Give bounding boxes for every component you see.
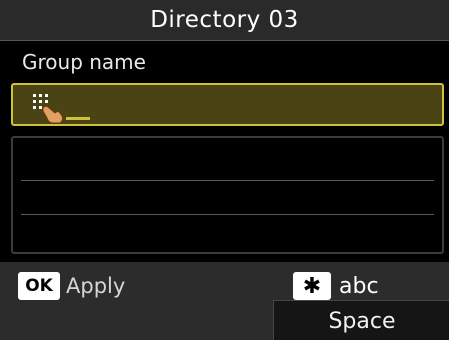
ok-key-icon: OK [18,272,60,300]
group-name-label: Group name [22,50,146,74]
space-button[interactable]: Space [273,300,449,340]
apply-hint[interactable]: OK Apply [18,272,125,300]
text-cursor [66,117,90,120]
softkey-bar: OK Apply ✱ abc Space [0,262,449,340]
printer-lcd-screen: Directory 03 Group name OK Apply ✱ abc S… [0,0,449,340]
input-mode-label: abc [339,273,379,299]
preview-line [21,180,434,181]
star-key-icon: ✱ [293,272,331,300]
input-mode-hint[interactable]: ✱ abc [293,272,379,300]
preview-line [21,214,434,215]
title-bar: Directory 03 [0,0,449,41]
page-title: Directory 03 [150,7,299,33]
apply-label: Apply [66,274,126,298]
group-name-input[interactable] [11,83,444,126]
text-preview-area [11,136,444,254]
